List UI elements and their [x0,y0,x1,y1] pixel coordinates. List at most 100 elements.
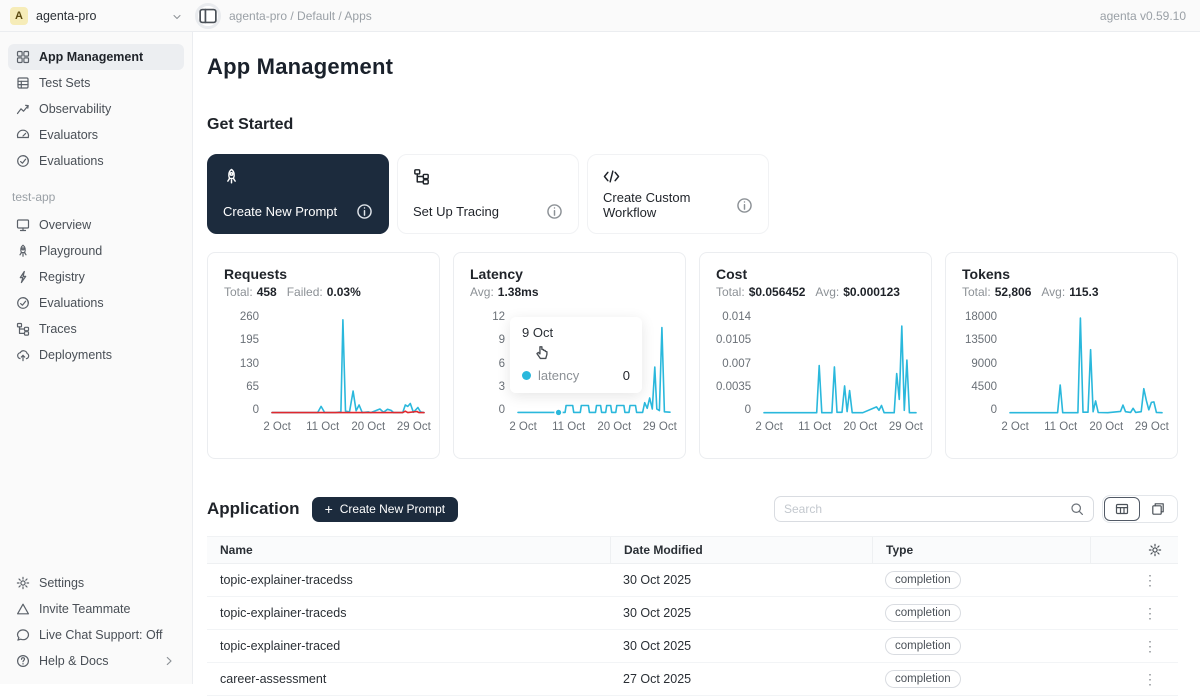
kebab-menu-icon[interactable]: ⋮ [1143,605,1158,621]
x-axis-ticks: 2 Oct11 Oct20 Oct29 Oct [760,421,925,436]
chart-tooltip: 9 Octlatency0 [510,317,642,393]
column-header-type[interactable]: Type [872,537,1090,563]
topbar: A agenta-pro agenta-pro / Default / Apps… [0,0,1200,32]
search-input[interactable] [784,502,1070,516]
sidebar-item-observability[interactable]: Observability [8,96,184,122]
chart-line-svg[interactable] [1006,312,1166,416]
chart-line-svg[interactable] [760,312,920,416]
application-header: Application + Create New Prompt [207,495,1178,523]
search-icon[interactable] [1070,502,1084,516]
x-tick-label: 29 Oct [397,421,431,433]
card-label: Create Custom Workflow [603,190,736,220]
get-started-card-create-new-prompt[interactable]: Create New Prompt [207,154,389,234]
sidebar-app-item-playground[interactable]: Playground [8,238,184,264]
sidebar-app-item-traces[interactable]: Traces [8,316,184,342]
column-settings[interactable] [1090,537,1178,563]
create-new-prompt-label: Create New Prompt [340,502,445,516]
sidebar-item-label: Registry [39,270,85,284]
sidebar-app-item-evaluations[interactable]: Evaluations [8,290,184,316]
x-tick-label: 20 Oct [351,421,385,433]
sidebar-item-label: Live Chat Support: Off [39,628,162,642]
sidebar-item-test-sets[interactable]: Test Sets [8,70,184,96]
chart-title: Requests [224,266,433,282]
card-view-button[interactable] [1140,497,1176,521]
table-header: Name Date Modified Type [207,536,1178,564]
sidebar-app-item-registry[interactable]: Registry [8,264,184,290]
column-header-date-modified[interactable]: Date Modified [610,537,872,563]
type-badge: completion [885,571,961,589]
y-tick-label: 0 [716,405,751,416]
app-version: agenta v0.59.10 [1100,9,1186,23]
series-cost [764,326,916,413]
y-tick-label: 0.0105 [716,335,751,346]
sidebar-item-label: Settings [39,576,84,590]
kebab-menu-icon[interactable]: ⋮ [1143,638,1158,654]
view-toggle [1102,495,1178,523]
evaluations-icon [16,296,30,310]
sidebar-footer-item-help-docs[interactable]: Help & Docs [8,648,184,674]
sidebar-item-evaluators[interactable]: Evaluators [8,122,184,148]
y-tick-label: 65 [224,382,259,393]
card-label-row: Create New Prompt [223,203,373,220]
table-view-button[interactable] [1104,497,1140,521]
table-row[interactable]: career-assessment27 Oct 2025completion⋮ [207,663,1178,696]
chart-line-svg[interactable] [268,312,428,416]
get-started-card-create-custom-workflow[interactable]: Create Custom Workflow [587,154,769,234]
workspace-name: agenta-pro [36,9,163,23]
sidebar-item-label: Evaluations [39,296,104,310]
cell-date-modified: 30 Oct 2025 [610,573,872,587]
info-icon [736,197,753,214]
trace-tree-icon [413,168,563,185]
type-badge: completion [885,670,961,688]
sidebar-item-evaluations[interactable]: Evaluations [8,148,184,174]
table-row[interactable]: topic-explainer-tracedss30 Oct 2025 compl… [207,564,1178,597]
sidebar-workspace-group: App ManagementTest SetsObservabilityEval… [8,44,184,174]
table-row[interactable]: topic-explainer-traceds30 Oct 2025comple… [207,597,1178,630]
observability-icon [16,102,30,116]
chart-stat: Failed:0.03% [287,285,361,299]
y-tick-label: 130 [224,359,259,370]
workspace-switcher[interactable]: A agenta-pro [0,7,193,25]
info-icon [546,203,563,220]
sidebar-app-item-deployments[interactable]: Deployments [8,342,184,368]
deployments-icon [16,348,30,362]
x-tick-label: 20 Oct [1089,421,1123,433]
kebab-menu-icon[interactable]: ⋮ [1143,572,1158,588]
sidebar-footer-item-live-chat-support-off[interactable]: Live Chat Support: Off [8,622,184,648]
applications-table: Name Date Modified Type topic-explainer-… [207,536,1178,696]
y-axis-ticks: 260195130650 [224,312,268,416]
sidebar-app-group: OverviewPlayground Registry Evaluations Tra… [8,212,184,368]
chart-title: Cost [716,266,925,282]
kebab-menu-icon[interactable]: ⋮ [1143,671,1158,687]
sidebar-app-item-overview[interactable]: Overview [8,212,184,238]
cell-actions: ⋮ [1090,671,1178,688]
x-tick-label: 29 Oct [889,421,923,433]
type-badge: completion [885,637,961,655]
y-tick-label: 3 [470,382,505,393]
x-tick-label: 11 Oct [306,421,339,433]
sidebar-footer-item-invite-teammate[interactable]: Invite Teammate [8,596,184,622]
series-tokens [1010,318,1162,413]
cell-name: topic-explainer-traced [207,639,610,653]
y-tick-label: 0 [962,405,997,416]
chart-stat: Avg:115.3 [1041,285,1098,299]
x-tick-label: 20 Oct [843,421,877,433]
table-body: topic-explainer-tracedss30 Oct 2025 compl… [207,564,1178,696]
y-tick-label: 9 [470,335,505,346]
table-row[interactable]: topic-explainer-traced30 Oct 2025complet… [207,630,1178,663]
tooltip-date: 9 Oct [522,325,630,340]
chevron-down-icon [171,10,183,22]
x-tick-label: 2 Oct [1001,421,1028,433]
chat-icon [16,628,30,642]
sidebar-toggle-button[interactable] [195,3,221,29]
rocket-icon [223,168,373,185]
column-header-name[interactable]: Name [207,537,610,563]
get-started-card-set-up-tracing[interactable]: Set Up Tracing [397,154,579,234]
sidebar-footer-item-settings[interactable]: Settings [8,570,184,596]
y-tick-label: 18000 [962,312,997,323]
sidebar-item-app-management[interactable]: App Management [8,44,184,70]
chart-card-latency: LatencyAvg:1.38ms1296302 Oct11 Oct20 Oct… [453,252,686,459]
active-data-point [555,409,562,416]
create-new-prompt-button[interactable]: + Create New Prompt [312,497,459,522]
cell-name: topic-explainer-tracedss [207,573,610,587]
